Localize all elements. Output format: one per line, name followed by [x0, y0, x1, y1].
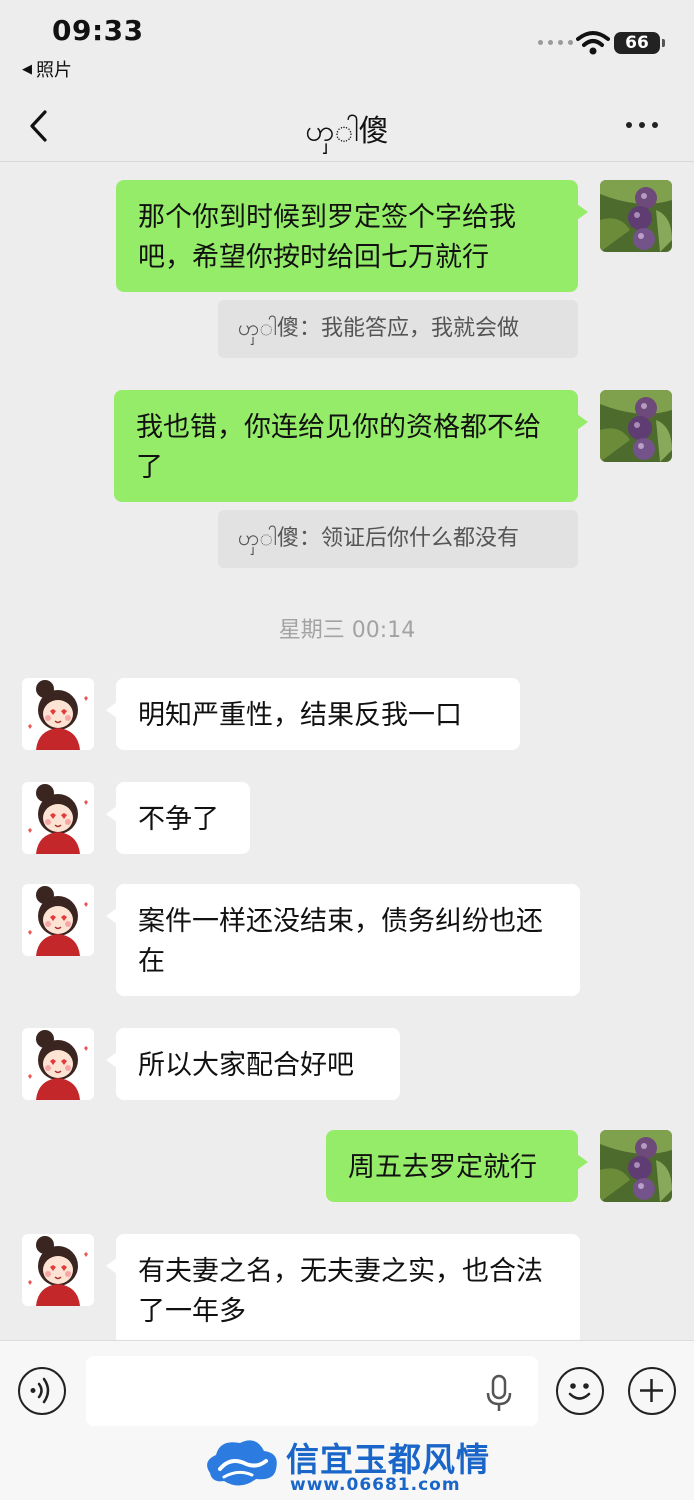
status-bar: 09:33 ◀ 照片 66	[0, 0, 694, 90]
avatar-contact[interactable]	[22, 782, 94, 854]
back-app-label: 照片	[36, 60, 72, 81]
chat-title: ၯ◌ါ傻	[305, 114, 389, 149]
message-bubble-outgoing[interactable]: 那个你到时候到罗定签个字给我吧，希望你按时给回七万就行	[116, 180, 588, 292]
quoted-reply[interactable]: ၯ◌ါ傻：领证后你什么都没有	[218, 510, 578, 568]
avatar-self[interactable]	[600, 390, 672, 462]
message-bubble-incoming[interactable]: 案件一样还没结束，债务纠纷也还在	[106, 884, 580, 996]
message-bubble-incoming[interactable]: 不争了	[106, 782, 250, 854]
message-bubble-outgoing[interactable]: 周五去罗定就行	[326, 1130, 588, 1202]
avatar-contact[interactable]	[22, 1028, 94, 1100]
avatar-contact[interactable]	[22, 1234, 94, 1306]
watermark-url: www.06681.com	[290, 1475, 461, 1495]
status-time: 09:33	[52, 14, 144, 47]
input-bar: 信宜玉都风情 www.06681.com	[0, 1340, 694, 1500]
message-bubble-outgoing[interactable]: 我也错，你连给见你的资格都不给了	[114, 390, 588, 502]
mic-icon[interactable]	[484, 1373, 514, 1413]
chat-timestamp: 星期三 00:14	[278, 618, 416, 643]
plus-icon[interactable]	[628, 1367, 676, 1415]
emoji-icon[interactable]	[556, 1367, 604, 1415]
avatar-contact[interactable]	[22, 678, 94, 750]
message-bubble-incoming[interactable]: 有夫妻之名，无夫妻之实，也合法了一年多	[106, 1234, 580, 1346]
avatar-self[interactable]	[600, 1130, 672, 1202]
cloud-logo-icon	[207, 1440, 277, 1486]
watermark-title: 信宜玉都风情	[286, 1440, 490, 1479]
wifi-icon	[576, 31, 610, 55]
battery-icon: 66	[614, 32, 665, 54]
voice-icon[interactable]	[18, 1367, 66, 1415]
more-icon[interactable]	[626, 122, 658, 128]
message-bubble-incoming[interactable]: 所以大家配合好吧	[106, 1028, 400, 1100]
message-input[interactable]	[86, 1356, 538, 1426]
avatar-self[interactable]	[600, 180, 672, 252]
watermark-logo: 信宜玉都风情 www.06681.com	[200, 1431, 500, 1497]
back-to-app-link[interactable]: ◀ 照片	[22, 56, 72, 82]
cellular-signal-icon	[538, 40, 573, 45]
avatar-contact[interactable]	[22, 884, 94, 956]
message-bubble-incoming[interactable]: 明知严重性，结果反我一口	[106, 678, 520, 750]
back-triangle-icon: ◀	[22, 61, 32, 77]
chat-header: ၯ◌ါ傻	[0, 90, 694, 162]
quoted-reply[interactable]: ၯ◌ါ傻：我能答应，我就会做	[218, 300, 578, 358]
